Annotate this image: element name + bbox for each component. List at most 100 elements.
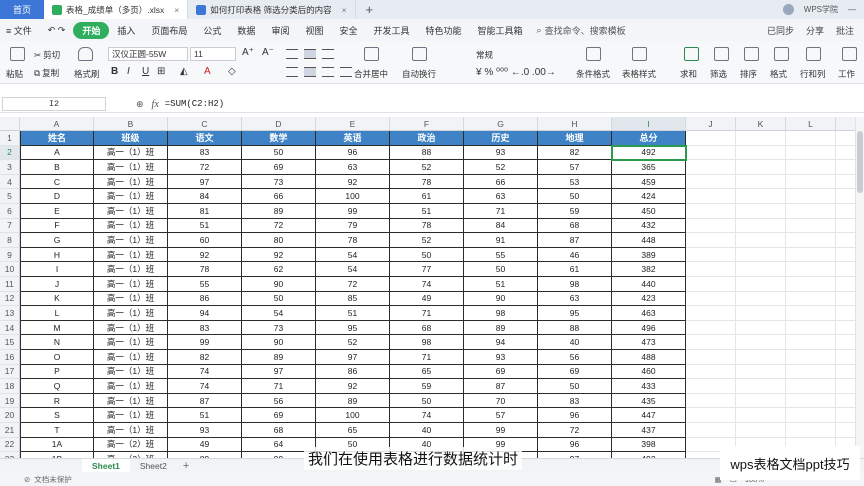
add-sheet-button[interactable]: + bbox=[177, 460, 195, 472]
doc-tab-gradebook[interactable]: 表格_成绩单（多页）.xlsx × bbox=[44, 0, 189, 19]
table-cell[interactable]: 高一（1）班 bbox=[94, 189, 168, 204]
table-cell[interactable]: 高一（1）班 bbox=[94, 233, 168, 248]
table-cell[interactable]: 97 bbox=[242, 364, 316, 380]
shrink-font-icon[interactable]: A⁻ bbox=[262, 47, 274, 58]
row-header-19[interactable]: 19 bbox=[0, 393, 20, 409]
row-column-icon[interactable] bbox=[806, 47, 821, 61]
table-cell[interactable] bbox=[736, 174, 786, 190]
table-cell[interactable] bbox=[736, 291, 786, 307]
column-header-a[interactable]: A bbox=[20, 117, 94, 131]
table-cell[interactable] bbox=[686, 233, 736, 248]
cut-button[interactable]: ✂ 剪切 bbox=[34, 49, 60, 61]
table-cell[interactable]: 高一（1）班 bbox=[94, 364, 168, 380]
table-cell[interactable]: 59 bbox=[538, 204, 612, 219]
row-header-16[interactable]: 16 bbox=[0, 350, 20, 365]
align-middle-icon[interactable] bbox=[304, 49, 316, 59]
table-cell[interactable] bbox=[686, 189, 736, 204]
table-cell[interactable]: 97 bbox=[316, 350, 390, 365]
conditional-format-icon[interactable] bbox=[586, 47, 601, 61]
scroll-thumb[interactable] bbox=[857, 131, 863, 193]
table-cell[interactable]: 68 bbox=[538, 218, 612, 234]
table-cell[interactable]: 59 bbox=[390, 379, 464, 394]
table-cell[interactable]: 63 bbox=[316, 160, 390, 175]
menu-formulas[interactable]: 公式 bbox=[195, 24, 229, 37]
avatar[interactable] bbox=[782, 4, 794, 15]
doc-tab-article[interactable]: 如何打印表格 筛选分类后的内容 × bbox=[188, 0, 356, 19]
user-name[interactable]: WPS学院 bbox=[804, 4, 838, 15]
table-cell[interactable]: 435 bbox=[612, 393, 686, 409]
table-cell[interactable]: 440 bbox=[612, 277, 686, 292]
menu-insert[interactable]: 插入 bbox=[109, 24, 143, 37]
copy-button[interactable]: ⧉ 复制 bbox=[34, 67, 59, 79]
sheet-tab-sheet1[interactable]: Sheet1 bbox=[82, 459, 130, 472]
table-cell[interactable]: 78 bbox=[390, 174, 464, 190]
table-cell[interactable]: B bbox=[20, 160, 94, 175]
table-header-cell[interactable]: 总分 bbox=[612, 131, 686, 146]
table-cell[interactable]: 40 bbox=[390, 423, 464, 438]
table-cell[interactable]: 68 bbox=[390, 320, 464, 336]
table-cell[interactable]: 78 bbox=[390, 218, 464, 234]
table-cell[interactable] bbox=[786, 423, 836, 438]
table-cell[interactable]: 96 bbox=[538, 437, 612, 453]
row-header-18[interactable]: 18 bbox=[0, 379, 20, 394]
underline-icon[interactable]: U bbox=[142, 66, 149, 77]
table-cell[interactable]: 81 bbox=[168, 204, 242, 219]
table-cell[interactable] bbox=[736, 247, 786, 263]
table-cell[interactable] bbox=[786, 262, 836, 277]
table-cell[interactable]: 69 bbox=[538, 364, 612, 380]
table-cell[interactable] bbox=[686, 306, 736, 321]
table-cell[interactable] bbox=[786, 247, 836, 263]
table-cell[interactable] bbox=[686, 291, 736, 307]
table-cell[interactable]: 52 bbox=[390, 233, 464, 248]
table-cell[interactable]: 65 bbox=[316, 423, 390, 438]
clear-format-icon[interactable]: ◇ bbox=[228, 66, 236, 77]
table-cell[interactable] bbox=[736, 189, 786, 204]
table-cell[interactable] bbox=[786, 131, 836, 146]
table-cell[interactable]: 50 bbox=[390, 247, 464, 263]
table-cell[interactable] bbox=[686, 262, 736, 277]
justify-icon[interactable] bbox=[340, 67, 352, 77]
table-cell[interactable]: 68 bbox=[242, 423, 316, 438]
table-cell[interactable] bbox=[786, 145, 836, 161]
merge-icon[interactable] bbox=[364, 47, 379, 61]
table-cell[interactable]: 423 bbox=[612, 291, 686, 307]
table-cell[interactable]: I bbox=[20, 262, 94, 277]
table-cell[interactable] bbox=[786, 218, 836, 234]
table-cell[interactable]: 54 bbox=[316, 262, 390, 277]
table-cell[interactable]: 80 bbox=[242, 233, 316, 248]
table-cell[interactable]: 459 bbox=[612, 174, 686, 190]
table-cell[interactable] bbox=[786, 320, 836, 336]
table-cell[interactable]: 50 bbox=[242, 145, 316, 161]
table-cell[interactable]: 55 bbox=[168, 277, 242, 292]
home-tab[interactable]: 首页 bbox=[0, 0, 44, 19]
table-cell[interactable]: 高一（1）班 bbox=[94, 350, 168, 365]
grow-font-icon[interactable]: A⁺ bbox=[242, 47, 254, 58]
menu-review[interactable]: 审阅 bbox=[263, 24, 297, 37]
table-header-cell[interactable]: 政治 bbox=[390, 131, 464, 146]
table-cell[interactable]: 72 bbox=[538, 423, 612, 438]
table-cell[interactable] bbox=[686, 131, 736, 146]
table-cell[interactable]: 高一（1）班 bbox=[94, 204, 168, 219]
table-cell[interactable]: 49 bbox=[168, 437, 242, 453]
table-cell[interactable]: 463 bbox=[612, 306, 686, 321]
table-cell[interactable] bbox=[736, 350, 786, 365]
table-cell[interactable]: 56 bbox=[538, 350, 612, 365]
table-cell[interactable]: 高一（1）班 bbox=[94, 379, 168, 394]
table-cell[interactable]: 50 bbox=[390, 393, 464, 409]
table-cell[interactable] bbox=[736, 160, 786, 175]
table-cell[interactable]: 90 bbox=[464, 291, 538, 307]
table-cell[interactable]: 78 bbox=[316, 233, 390, 248]
menu-data[interactable]: 数据 bbox=[229, 24, 263, 37]
table-cell[interactable]: 55 bbox=[464, 247, 538, 263]
table-cell[interactable]: 高一（1）班 bbox=[94, 174, 168, 190]
table-cell[interactable]: 51 bbox=[390, 204, 464, 219]
table-cell[interactable] bbox=[786, 379, 836, 394]
table-cell[interactable] bbox=[736, 145, 786, 161]
worksheet-icon[interactable] bbox=[842, 47, 857, 61]
table-cell[interactable]: 89 bbox=[242, 350, 316, 365]
font-color-icon[interactable]: A bbox=[204, 66, 211, 77]
table-cell[interactable] bbox=[786, 233, 836, 248]
table-cell[interactable]: 89 bbox=[316, 393, 390, 409]
table-cell[interactable]: 83 bbox=[538, 393, 612, 409]
border-icon[interactable]: ⊞ bbox=[157, 66, 165, 77]
